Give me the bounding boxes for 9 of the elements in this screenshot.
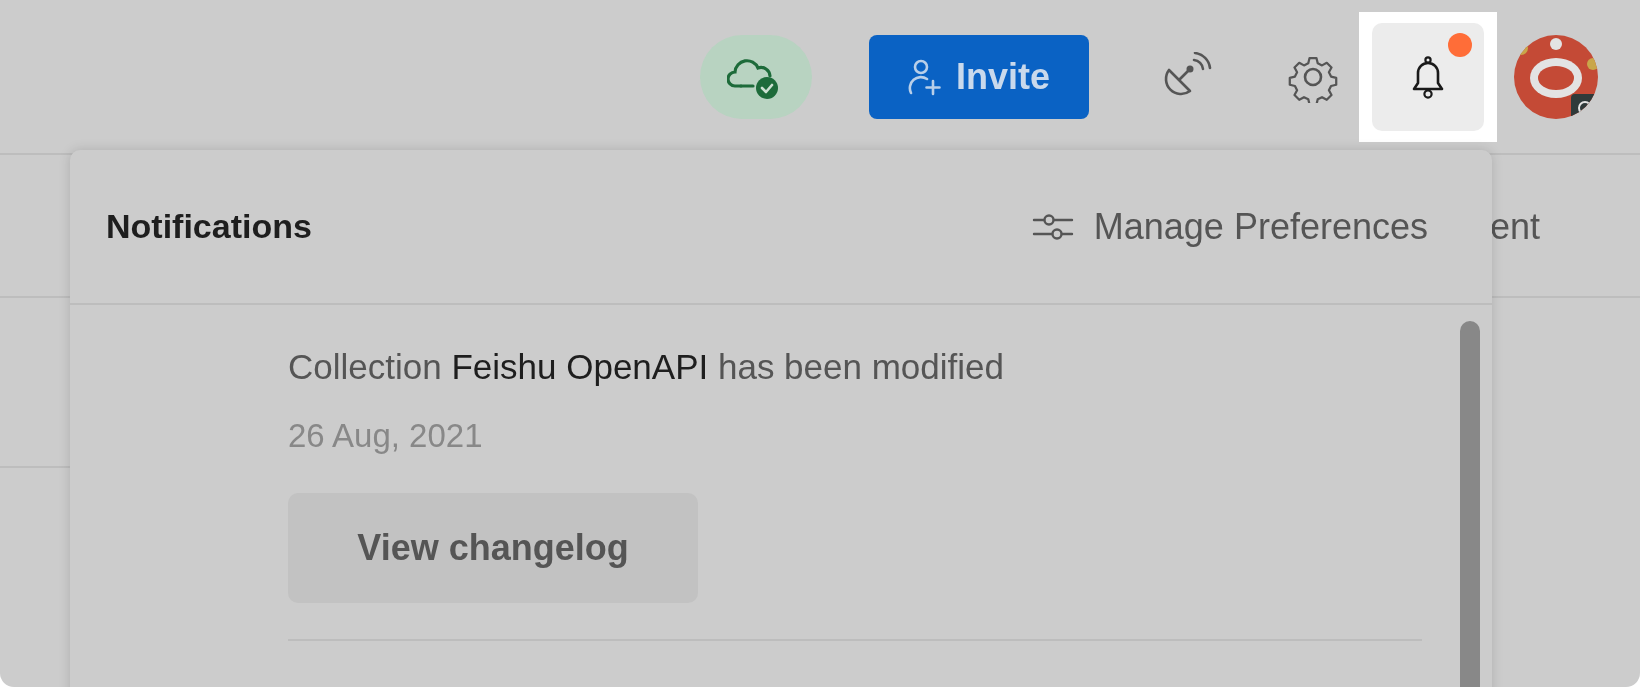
view-changelog-button[interactable]: View changelog (288, 493, 698, 603)
panel-title: Notifications (106, 207, 312, 246)
notifications-button[interactable] (1372, 22, 1484, 131)
scrollbar[interactable] (1460, 321, 1480, 687)
manage-preferences-link[interactable]: Manage Preferences (1031, 205, 1428, 248)
invite-button[interactable]: Invite (869, 34, 1089, 119)
notification-date: 26 Aug, 2021 (288, 417, 484, 455)
tab-label: ent (1490, 206, 1541, 248)
notification-message: Collection Feishu OpenAPI has been modified (288, 347, 1005, 387)
